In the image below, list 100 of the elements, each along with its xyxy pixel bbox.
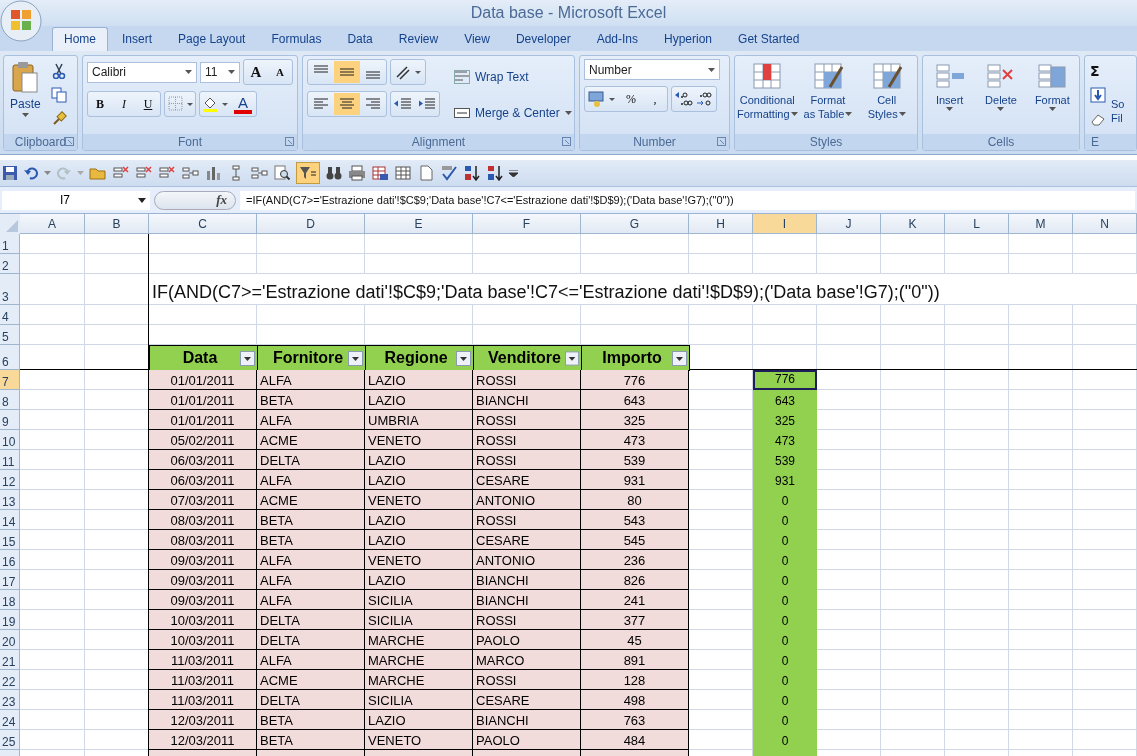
column-header[interactable]: M	[1009, 214, 1073, 234]
binoculars-icon[interactable]	[325, 165, 343, 181]
conditional-formatting-button[interactable]: Conditional Formatting	[736, 59, 799, 131]
row-header[interactable]: 25	[0, 730, 20, 750]
insert-cells-button[interactable]: Insert	[924, 59, 976, 131]
grid-arrow-icon[interactable]	[250, 165, 268, 181]
filter-dropdown-icon[interactable]	[672, 350, 687, 366]
row-header[interactable]: 24	[0, 710, 20, 730]
result-cell[interactable]: 473	[753, 430, 817, 450]
result-cell[interactable]: 0	[753, 490, 817, 510]
row-header[interactable]: 23	[0, 690, 20, 710]
column-header[interactable]: J	[817, 214, 881, 234]
column-header[interactable]: B	[85, 214, 149, 234]
table-icon[interactable]	[394, 165, 412, 181]
ribbon-tab[interactable]: Developer	[503, 27, 583, 51]
folder-icon[interactable]	[89, 165, 107, 181]
result-cell[interactable]: 931	[753, 470, 817, 490]
column-header[interactable]: L	[945, 214, 1009, 234]
underline-button[interactable]: U	[136, 93, 160, 115]
row-header[interactable]: 21	[0, 650, 20, 670]
format-as-table-button[interactable]: Format as Table	[798, 59, 858, 131]
row-header[interactable]: 16	[0, 550, 20, 570]
scissors-icon[interactable]	[50, 63, 67, 79]
merge-center-button[interactable]: Merge & Center	[452, 104, 574, 122]
font-size-dropdown[interactable]: 11	[200, 61, 240, 83]
filter-dropdown-icon[interactable]	[240, 350, 255, 366]
bold-button[interactable]: B	[88, 93, 112, 115]
row-header[interactable]: 22	[0, 670, 20, 690]
column-header[interactable]: F	[473, 214, 581, 234]
autofilter-button[interactable]	[296, 162, 320, 184]
format-cells-button[interactable]: Format	[1026, 59, 1078, 131]
row-header[interactable]: 15	[0, 530, 20, 550]
grid-delete-icon[interactable]	[112, 165, 130, 181]
row-header[interactable]: 5	[0, 325, 20, 345]
row-header[interactable]: 3	[0, 274, 20, 305]
result-cell[interactable]: 0	[753, 590, 817, 610]
row-header[interactable]: 20	[0, 630, 20, 650]
ribbon-tab[interactable]: Add-Ins	[584, 27, 650, 51]
undo-icon[interactable]	[23, 165, 39, 181]
result-cell[interactable]: 0	[753, 690, 817, 710]
name-box[interactable]: I7	[2, 190, 150, 210]
ribbon-tab[interactable]: Insert	[110, 27, 165, 51]
dialog-launcher-icon[interactable]	[285, 137, 294, 146]
result-cell[interactable]: 0	[753, 630, 817, 650]
row-header[interactable]: 4	[0, 305, 20, 325]
align-center-icon[interactable]	[334, 93, 360, 115]
ribbon-tab[interactable]: Formulas	[259, 27, 334, 51]
result-cell[interactable]: 0	[753, 650, 817, 670]
row-header[interactable]: 11	[0, 450, 20, 470]
formula-field[interactable]: =IF(AND(C7>='Estrazione dati'!$C$9;'Data base'!C7<='Estrazione dati'!$D$9);('Data base'!G7);("0"))	[240, 190, 1135, 210]
result-cell[interactable]: 539	[753, 450, 817, 470]
result-cell[interactable]: 0	[753, 710, 817, 730]
italic-button[interactable]: I	[112, 93, 136, 115]
grid-delete-icon[interactable]	[158, 165, 176, 181]
dialog-launcher-icon[interactable]	[717, 137, 726, 146]
font-family-dropdown[interactable]: Calibri	[87, 61, 197, 83]
row-header[interactable]: 19	[0, 610, 20, 630]
cell-styles-button[interactable]: Cell Styles	[857, 59, 916, 131]
column-header[interactable]: K	[881, 214, 945, 234]
row-header[interactable]: 9	[0, 410, 20, 430]
column-header[interactable]: D	[257, 214, 365, 234]
row-header[interactable]: 10	[0, 430, 20, 450]
borders-icon[interactable]	[165, 94, 195, 114]
spellcheck-icon[interactable]	[440, 165, 458, 181]
result-cell[interactable]: 0	[753, 530, 817, 550]
result-cell[interactable]: 0	[753, 670, 817, 690]
sort-ascending-icon[interactable]	[463, 165, 481, 181]
save-icon[interactable]	[2, 165, 18, 181]
ribbon-tab[interactable]: Hyperion	[652, 27, 725, 51]
percent-button[interactable]: %	[619, 88, 643, 110]
magnifier-icon[interactable]	[273, 165, 291, 181]
wrap-text-button[interactable]: Wrap Text	[452, 68, 574, 86]
result-cell[interactable]: 0	[753, 730, 817, 750]
copy-icon[interactable]	[50, 87, 67, 103]
middle-align-icon[interactable]	[334, 61, 360, 83]
ribbon-tab[interactable]: Review	[386, 27, 451, 51]
grid-arrow-icon[interactable]	[181, 165, 199, 181]
filter-dropdown-icon[interactable]	[564, 350, 579, 366]
row-header[interactable]: 17	[0, 570, 20, 590]
result-cell[interactable]: 325	[753, 410, 817, 430]
ribbon-tab[interactable]: Page Layout	[166, 27, 258, 51]
delete-cells-button[interactable]: Delete	[975, 59, 1027, 131]
shrink-font-button[interactable]: A	[268, 61, 292, 83]
page-icon[interactable]	[417, 165, 435, 181]
column-header[interactable]: G	[581, 214, 689, 234]
row-header[interactable]: 18	[0, 590, 20, 610]
result-cell[interactable]: 0	[753, 570, 817, 590]
row-header[interactable]: 13	[0, 490, 20, 510]
paste-button[interactable]: Paste	[8, 59, 43, 131]
ribbon-tab[interactable]: Get Started	[726, 27, 812, 51]
row-header[interactable]: 7	[0, 370, 20, 390]
row-header[interactable]: 12	[0, 470, 20, 490]
result-cell[interactable]: 776	[753, 370, 817, 390]
autosum-button[interactable]: Σ	[1090, 63, 1106, 79]
filter-dropdown-icon[interactable]	[456, 350, 471, 366]
row-header[interactable]: 8	[0, 390, 20, 410]
sort-filter-button[interactable]: So Fil	[1110, 59, 1126, 131]
fill-down-icon[interactable]	[1090, 87, 1106, 103]
column-header[interactable]: I	[753, 214, 817, 234]
caret-icon[interactable]	[44, 171, 51, 175]
